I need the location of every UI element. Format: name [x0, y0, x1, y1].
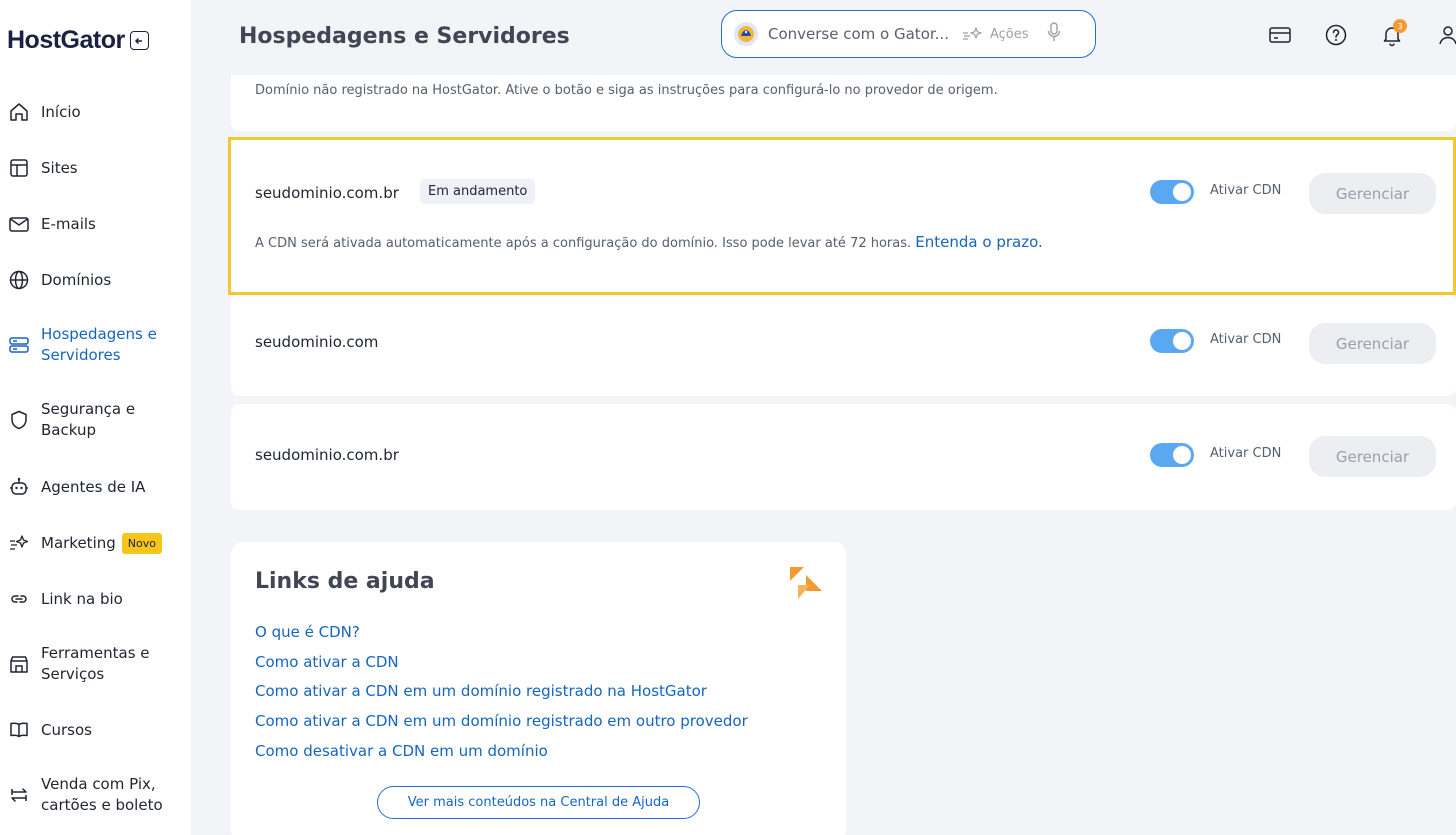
domain-not-registered-note: Domínio não registrado na HostGator. Ati…: [255, 83, 998, 98]
toggle-knob: [1173, 332, 1191, 350]
microphone-icon[interactable]: [1047, 22, 1061, 46]
sidebar-item-sites[interactable]: Sites: [8, 157, 186, 179]
sidebar-item-label: Marketing: [41, 533, 116, 552]
domain-card: seudominio.com Ativar CDN Gerenciar: [231, 295, 1456, 396]
sidebar-item-dominios[interactable]: Domínios: [8, 269, 186, 291]
cdn-toggle[interactable]: [1150, 180, 1194, 204]
sparkle-actions-icon: [963, 27, 982, 40]
sidebar-item-label: Sites: [41, 158, 78, 177]
cdn-toggle-label: Ativar CDN: [1210, 183, 1282, 198]
sidebar: HostGator Início Sites E-mails Domínios …: [0, 0, 191, 835]
manage-button[interactable]: Gerenciar: [1309, 436, 1436, 477]
sidebar-item-label: E-mails: [41, 214, 96, 233]
page-title: Hospedagens e Servidores: [239, 24, 570, 49]
help-center-button[interactable]: Ver mais conteúdos na Central de Ajuda: [377, 786, 700, 819]
mail-icon: [8, 213, 30, 235]
sidebar-item-ferramentas[interactable]: Ferramentas e Serviços: [8, 643, 186, 685]
home-icon: [8, 101, 30, 123]
sidebar-item-emails[interactable]: E-mails: [8, 213, 186, 235]
user-profile-icon[interactable]: [1435, 22, 1456, 48]
sidebar-item-inicio[interactable]: Início: [8, 101, 186, 123]
help-link-activate-other-provider[interactable]: Como ativar a CDN em um domínio registra…: [255, 712, 748, 730]
help-link-activate-cdn[interactable]: Como ativar a CDN: [255, 653, 399, 671]
robot-icon: [8, 476, 30, 498]
sidebar-item-label: Início: [41, 102, 81, 121]
cdn-activation-description: A CDN será ativada automaticamente após …: [255, 233, 1043, 251]
help-link-activate-hostgator[interactable]: Como ativar a CDN em um domínio registra…: [255, 682, 707, 700]
top-header: Hospedagens e Servidores Ações 3: [191, 0, 1456, 75]
store-icon: [8, 653, 30, 675]
notification-count-badge: 3: [1393, 19, 1407, 33]
sidebar-item-label: Venda com Pix, cartões e boleto: [41, 775, 163, 814]
help-link-what-is-cdn[interactable]: O que é CDN?: [255, 623, 360, 641]
cdn-toggle[interactable]: [1150, 329, 1194, 353]
sidebar-item-link-na-bio[interactable]: Link na bio: [8, 588, 186, 610]
help-link-deactivate-cdn[interactable]: Como desativar a CDN em um domínio: [255, 742, 548, 760]
sidebar-item-label: Agentes de IA: [41, 477, 146, 496]
new-badge: Novo: [121, 532, 162, 554]
help-title: Links de ajuda: [255, 569, 435, 594]
cdn-description-text: A CDN será ativada automaticamente após …: [255, 236, 912, 251]
sidebar-item-label: Segurança e Backup: [41, 400, 136, 439]
layout-icon: [8, 157, 30, 179]
brand-mark-icon: [789, 566, 823, 604]
help-links-card: Links de ajuda O que é CDN? Como ativar …: [231, 542, 846, 835]
collapse-sidebar-icon[interactable]: [129, 31, 149, 50]
domain-name: seudominio.com.br: [255, 184, 399, 202]
globe-icon: [8, 269, 30, 291]
manage-button[interactable]: Gerenciar: [1309, 323, 1436, 364]
notification-bell-icon[interactable]: 3: [1379, 19, 1407, 48]
sidebar-item-seguranca[interactable]: Segurança e Backup: [8, 399, 186, 441]
book-icon: [8, 719, 30, 741]
shield-icon: [8, 409, 30, 431]
exchange-icon: [8, 784, 30, 806]
toggle-knob: [1173, 183, 1191, 201]
toggle-knob: [1173, 446, 1191, 464]
domain-card: seudominio.com.br Ativar CDN Gerenciar: [231, 404, 1456, 510]
cdn-toggle-label: Ativar CDN: [1210, 332, 1282, 347]
actions-button[interactable]: Ações: [962, 25, 1029, 43]
sidebar-item-cursos[interactable]: Cursos: [8, 719, 186, 741]
sidebar-item-label: Hospedagens e Servidores: [41, 325, 157, 364]
link-icon: [8, 588, 30, 610]
gator-chat-input[interactable]: [768, 25, 958, 43]
help-icon[interactable]: [1323, 22, 1349, 48]
gator-chat-box[interactable]: Ações: [721, 10, 1096, 58]
actions-label: Ações: [990, 26, 1029, 42]
sparkle-icon: [8, 532, 30, 554]
sidebar-item-hospedagens[interactable]: Hospedagens e Servidores: [8, 324, 186, 366]
sidebar-item-label: Ferramentas e Serviços: [41, 644, 150, 683]
sidebar-item-label: Domínios: [41, 270, 112, 289]
sidebar-item-label: Link na bio: [41, 589, 123, 608]
domain-card-partial: Domínio não registrado na HostGator. Ati…: [231, 75, 1456, 131]
sidebar-item-marketing[interactable]: Marketing Novo: [8, 532, 186, 554]
sidebar-item-agentes-ia[interactable]: Agentes de IA: [8, 476, 186, 498]
domain-name: seudominio.com: [255, 333, 379, 351]
status-badge: Em andamento: [420, 179, 536, 204]
domain-name: seudominio.com.br: [255, 446, 399, 464]
logo-row: HostGator: [7, 26, 149, 55]
gator-avatar-icon: [734, 22, 758, 46]
sidebar-item-label: Cursos: [41, 720, 92, 739]
manage-button[interactable]: Gerenciar: [1309, 173, 1436, 214]
sidebar-item-venda-pix[interactable]: Venda com Pix, cartões e boleto: [8, 774, 186, 816]
understand-deadline-link[interactable]: Entenda o prazo.: [915, 233, 1042, 251]
hostgator-logo[interactable]: HostGator: [7, 26, 125, 55]
credit-card-icon[interactable]: [1267, 22, 1293, 48]
cdn-toggle[interactable]: [1150, 443, 1194, 467]
server-icon: [8, 334, 30, 356]
cdn-toggle-label: Ativar CDN: [1210, 446, 1282, 461]
domain-card-highlighted: seudominio.com.br Em andamento Ativar CD…: [228, 137, 1456, 295]
